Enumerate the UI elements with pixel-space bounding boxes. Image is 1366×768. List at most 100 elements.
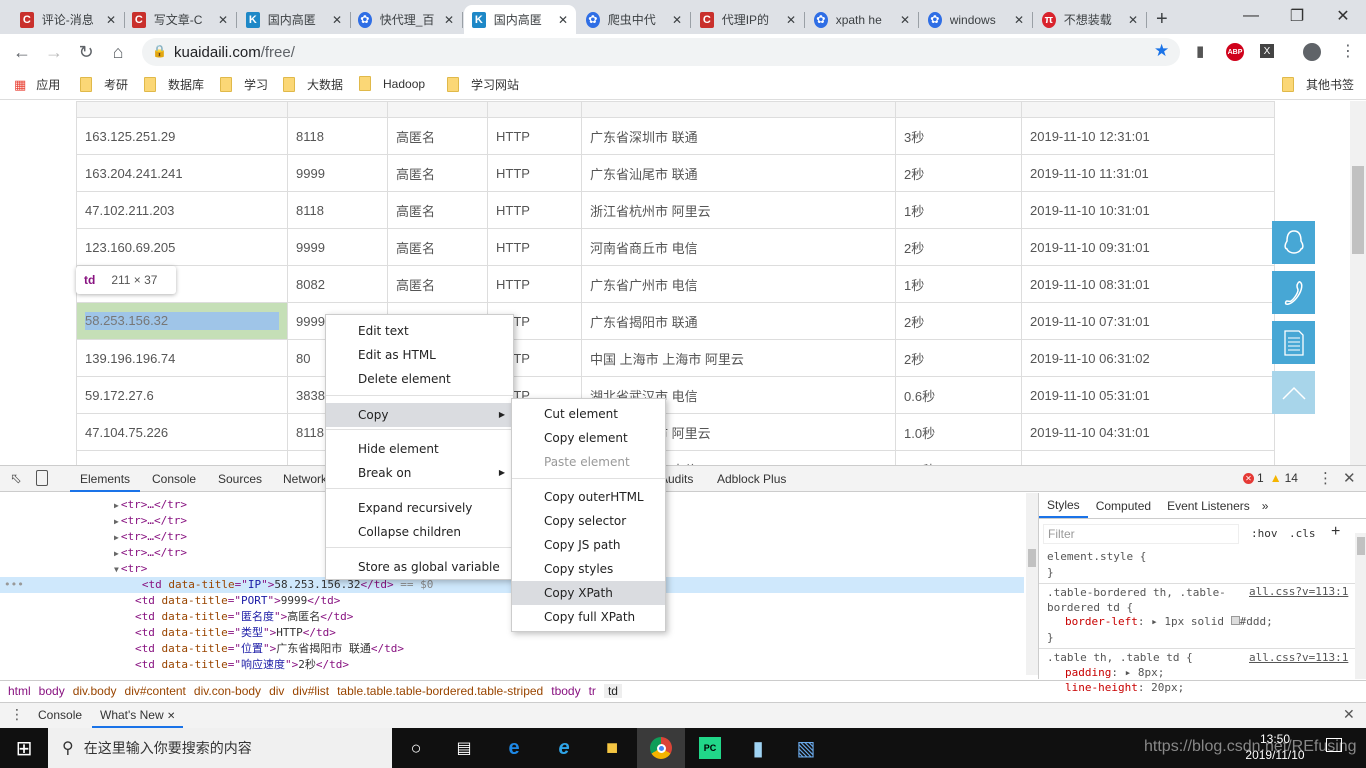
submenu-item[interactable]: Copy styles <box>512 557 665 581</box>
dom-node[interactable]: <td data-title="类型">HTTP</td> <box>0 625 336 641</box>
bookmark-folder[interactable]: 考研 <box>80 76 128 93</box>
clock[interactable]: 13:50 2019/11/10 <box>1240 731 1310 763</box>
more-tabs-icon[interactable]: » <box>1258 495 1273 517</box>
drawer-tab-console[interactable]: Console <box>38 708 82 722</box>
bookmark-folder[interactable]: 数据库 <box>144 76 204 93</box>
submenu-item[interactable]: Copy outerHTML <box>512 485 665 509</box>
rule-property[interactable]: padding: ▸ 8px; <box>1065 666 1164 679</box>
submenu-item[interactable]: Copy full XPath <box>512 605 665 629</box>
devtools-tab-sources[interactable]: Sources <box>218 466 262 492</box>
close-tab-icon[interactable]: ✕ <box>444 13 454 27</box>
collapse-icon[interactable]: ▼ <box>114 565 119 574</box>
bookmark-other[interactable]: 其他书签 <box>1282 76 1354 93</box>
styles-tab-computed[interactable]: Computed <box>1088 495 1159 517</box>
dom-node[interactable]: <td data-title="匿名度">高匿名</td> <box>0 609 353 625</box>
styles-tab-event-listeners[interactable]: Event Listeners <box>1159 495 1258 517</box>
dom-node[interactable]: <td data-title="位置">广东省揭阳市 联通</td> <box>0 641 404 657</box>
browser-tab[interactable]: K 国内高匿 ✕ <box>238 5 351 34</box>
reload-icon[interactable]: ↻ <box>74 40 98 64</box>
close-tab-icon[interactable]: ✕ <box>558 13 568 27</box>
ie-icon[interactable]: e <box>540 728 588 768</box>
dom-scrollbar[interactable] <box>1026 493 1038 675</box>
rule-source-link[interactable]: all.css?v=113:1 <box>1249 585 1348 598</box>
breadcrumb-item[interactable]: div <box>269 684 284 698</box>
forward-icon[interactable]: → <box>42 40 66 64</box>
devtools-tab-adblock[interactable]: Adblock Plus <box>717 466 786 492</box>
styles-tab-styles[interactable]: Styles <box>1039 494 1088 518</box>
breadcrumb-item[interactable]: div.con-body <box>194 684 261 698</box>
chrome-icon[interactable] <box>637 728 685 768</box>
menu-item[interactable]: Delete element <box>326 367 513 391</box>
menu-item[interactable]: Break on ▶ <box>326 461 513 485</box>
maximize-button[interactable]: ❐ <box>1274 0 1320 32</box>
devtools-close-icon[interactable]: ✕ <box>1343 469 1356 487</box>
phone-contact-button[interactable] <box>1272 271 1315 314</box>
minimize-button[interactable]: — <box>1228 0 1274 32</box>
close-tab-icon[interactable]: ✕ <box>332 13 342 27</box>
browser-tab[interactable]: C 代理IP的 ✕ <box>692 5 805 34</box>
expand-icon[interactable]: ▶ <box>114 517 119 526</box>
home-icon[interactable]: ⌂ <box>106 40 130 64</box>
cortana-icon[interactable]: ○ <box>392 728 440 768</box>
browser-tab[interactable]: ✿ 爬虫中代 ✕ <box>578 5 691 34</box>
breadcrumb-item[interactable]: div.body <box>73 684 117 698</box>
expand-icon[interactable]: ▶ <box>114 533 119 542</box>
profile-icon[interactable] <box>1303 43 1321 61</box>
dom-node[interactable]: ▶ <tr>…</tr> <box>114 513 187 529</box>
bookmark-apps[interactable]: ▦ 应用 <box>14 76 60 93</box>
drawer-tab-whats-new[interactable]: What's New ✕ <box>92 703 184 728</box>
extension-icon[interactable]: X <box>1260 44 1274 58</box>
notepad-icon[interactable]: ▮ <box>734 728 782 768</box>
drawer-menu-icon[interactable]: ⋮ <box>10 706 24 723</box>
styles-scrollbar[interactable] <box>1355 533 1366 679</box>
styles-filter-input[interactable]: Filter <box>1043 524 1239 544</box>
devtools-menu-icon[interactable]: ⋮ <box>1318 469 1333 487</box>
close-tab-icon[interactable]: ✕ <box>167 711 175 722</box>
menu-icon[interactable]: ⋮ <box>1340 41 1356 61</box>
submenu-item[interactable]: Copy selector <box>512 509 665 533</box>
close-tab-icon[interactable]: ✕ <box>1128 13 1138 27</box>
rule-property[interactable]: border-left: ▸ 1px solid #ddd; <box>1065 615 1273 628</box>
menu-item[interactable]: Expand recursively <box>326 496 513 520</box>
breadcrumb-item[interactable]: html <box>8 684 31 698</box>
menu-item[interactable]: Copy ▶ <box>326 403 513 427</box>
menu-item[interactable]: Edit as HTML <box>326 343 513 367</box>
back-icon[interactable]: ← <box>10 40 34 64</box>
adblock-icon[interactable]: ABP <box>1226 43 1244 61</box>
browser-tab[interactable]: ✿ windows ✕ <box>920 5 1033 34</box>
dom-node[interactable]: ▶ <tr>…</tr> <box>114 497 187 513</box>
new-style-rule-icon[interactable]: + <box>1331 523 1340 541</box>
submenu-item[interactable]: Paste element <box>512 450 665 474</box>
submenu-item[interactable]: Cut element <box>512 402 665 426</box>
network-icon[interactable]: ▧ <box>782 728 830 768</box>
color-swatch[interactable] <box>1230 616 1240 625</box>
submenu-item[interactable]: Copy element <box>512 426 665 450</box>
breadcrumb-item[interactable]: tbody <box>551 684 580 698</box>
expand-icon[interactable]: ▶ <box>114 501 119 510</box>
bookmark-folder[interactable]: 大数据 <box>283 76 343 93</box>
drawer-close-icon[interactable]: ✕ <box>1343 706 1355 723</box>
breadcrumb-item[interactable]: table.table.table-bordered.table-striped <box>337 684 543 698</box>
close-tab-icon[interactable]: ✕ <box>900 13 910 27</box>
submenu-item[interactable]: Copy XPath <box>512 581 665 605</box>
rule-source-link[interactable]: all.css?v=113:1 <box>1249 651 1348 664</box>
close-tab-icon[interactable]: ✕ <box>672 13 682 27</box>
windows-start-icon[interactable]: ⊞ <box>0 728 48 768</box>
menu-item[interactable]: Edit text <box>326 319 513 343</box>
rule-property[interactable]: line-height: 20px; <box>1065 681 1184 694</box>
browser-tab[interactable]: π 不想装载 ✕ <box>1034 5 1147 34</box>
back-to-top-button[interactable] <box>1272 371 1315 414</box>
url-text[interactable]: kuaidaili.com/free/ <box>174 44 295 61</box>
submenu-item[interactable]: Copy JS path <box>512 533 665 557</box>
devtools-tab-network[interactable]: Network <box>283 466 325 492</box>
menu-item[interactable]: Store as global variable <box>326 555 513 579</box>
more-icon[interactable]: ••• <box>4 578 24 591</box>
file-explorer-icon[interactable]: ■ <box>588 728 636 768</box>
page-scrollbar[interactable] <box>1350 101 1366 465</box>
new-tab-button[interactable]: + <box>1148 5 1176 34</box>
browser-tab[interactable]: C 评论-消息 ✕ <box>12 5 125 34</box>
device-toolbar-icon[interactable] <box>36 470 48 486</box>
bookmark-folder[interactable]: 学习 <box>220 76 268 93</box>
bookmark-folder[interactable]: 学习网站 <box>447 76 519 93</box>
cls-toggle[interactable]: .cls <box>1289 527 1316 540</box>
